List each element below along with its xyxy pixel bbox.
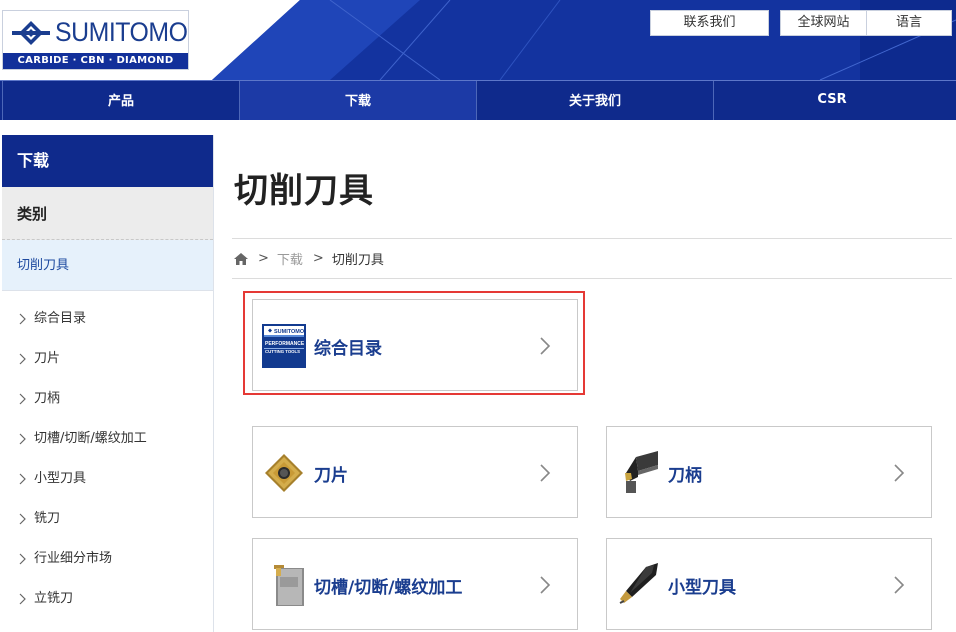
breadcrumb-downloads-link[interactable]: 下载 — [277, 249, 303, 268]
sidebar-item-label: 切槽/切断/螺纹加工 — [34, 431, 147, 446]
card-label: 刀片 — [314, 466, 348, 486]
card-small-tools[interactable]: 小型刀具 — [606, 538, 932, 630]
logo-mark-icon — [12, 21, 50, 45]
site-header: SUMITOMO CARBIDE · CBN · DIAMOND 联系我们 全球… — [0, 0, 956, 80]
sidebar-list: 综合目录 刀片 刀柄 切槽/切断/螺纹加工 小型刀具 铣刀 行业细分市场 立铣刀 — [2, 291, 213, 619]
sidebar-item-industry[interactable]: 行业细分市场 — [2, 539, 213, 579]
card-holders[interactable]: 刀柄 — [606, 426, 932, 518]
sidebar-item-inserts[interactable]: 刀片 — [2, 339, 213, 379]
nav-about[interactable]: 关于我们 — [476, 81, 713, 120]
sidebar-item-label: 刀柄 — [34, 391, 61, 406]
sidebar-item-milling[interactable]: 铣刀 — [2, 499, 213, 539]
page-title: 切削刀具 — [234, 171, 374, 211]
breadcrumb-separator: > — [312, 251, 324, 266]
breadcrumb: > 下载 > 切削刀具 — [232, 238, 952, 279]
breadcrumb-separator: > — [258, 251, 269, 266]
chevron-right-icon — [19, 553, 26, 565]
sidebar-item-grooving[interactable]: 切槽/切断/螺纹加工 — [2, 419, 213, 459]
sidebar-item-cutting-tools[interactable]: 切削刀具 — [2, 240, 213, 291]
small-tool-thumbnail — [619, 563, 658, 604]
main-nav: 产品 下载 关于我们 CSR — [0, 80, 956, 120]
sidebar-item-holders[interactable]: 刀柄 — [2, 379, 213, 419]
chevron-right-icon — [540, 464, 551, 482]
card-inserts[interactable]: 刀片 — [252, 426, 578, 518]
nav-csr[interactable]: CSR — [713, 81, 950, 120]
home-icon[interactable] — [233, 252, 249, 266]
top-links: 联系我们 全球网站 语言 — [650, 10, 952, 36]
sidebar-item-catalog[interactable]: 综合目录 — [2, 299, 213, 339]
insert-thumbnail — [265, 454, 303, 492]
sidebar-item-small-tools[interactable]: 小型刀具 — [2, 459, 213, 499]
nav-products[interactable]: 产品 — [2, 81, 239, 120]
sidebar-category: 类别 — [2, 187, 213, 240]
logo-tagline: CARBIDE · CBN · DIAMOND — [3, 53, 188, 69]
sidebar-item-label: 刀片 — [34, 351, 61, 366]
sidebar-item-label: 立铣刀 — [34, 591, 74, 606]
card-label: 小型刀具 — [668, 578, 736, 598]
chevron-right-icon — [19, 313, 26, 325]
sidebar-heading: 下载 — [2, 135, 213, 187]
sumitomo-logo[interactable]: SUMITOMO CARBIDE · CBN · DIAMOND — [2, 10, 189, 70]
logo-top: SUMITOMO — [3, 11, 188, 53]
chevron-right-icon — [19, 433, 26, 445]
breadcrumb-current: 切削刀具 — [331, 253, 384, 268]
sidebar-item-label: 综合目录 — [34, 311, 87, 326]
chevron-right-icon — [894, 576, 905, 594]
chevron-right-icon — [19, 353, 26, 365]
chevron-right-icon — [19, 473, 26, 485]
sidebar-item-label: 小型刀具 — [34, 471, 87, 486]
sidebar-item-label: 铣刀 — [34, 511, 61, 526]
chevron-right-icon — [19, 593, 26, 605]
nav-downloads[interactable]: 下载 — [239, 81, 476, 120]
card-label: 切槽/切断/螺纹加工 — [314, 578, 463, 598]
selection-highlight — [243, 291, 585, 395]
language-button[interactable]: 语言 — [866, 10, 952, 36]
card-label: 刀柄 — [668, 466, 702, 486]
card-grooving[interactable]: 切槽/切断/螺纹加工 — [252, 538, 578, 630]
logo-text: SUMITOMO — [55, 17, 188, 47]
chevron-right-icon — [540, 576, 551, 594]
contact-us-button[interactable]: 联系我们 — [650, 10, 769, 36]
sidebar: 下载 类别 切削刀具 综合目录 刀片 刀柄 切槽/切断/螺纹加工 小型刀具 铣刀 — [2, 135, 214, 632]
chevron-right-icon — [894, 464, 905, 482]
chevron-right-icon — [19, 513, 26, 525]
grooving-thumbnail — [274, 565, 304, 606]
global-site-button[interactable]: 全球网站 — [780, 10, 866, 36]
sidebar-item-label: 行业细分市场 — [34, 551, 113, 566]
holder-thumbnail — [625, 451, 658, 493]
sidebar-item-endmills[interactable]: 立铣刀 — [2, 579, 213, 619]
chevron-right-icon — [19, 393, 26, 405]
